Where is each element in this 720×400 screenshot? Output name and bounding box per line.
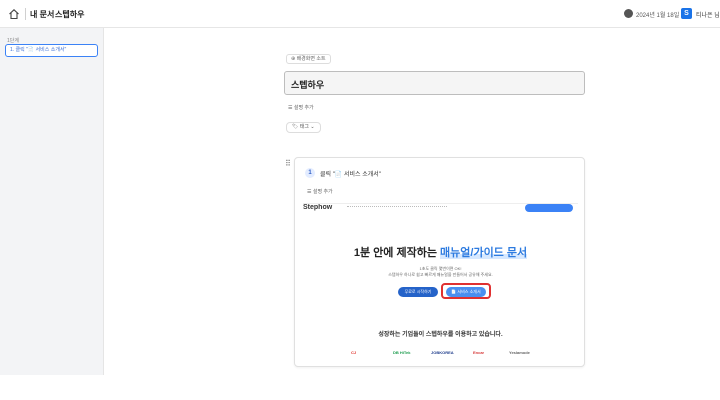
- screenshot-start-button: 무료로 시작하기: [398, 287, 438, 297]
- sidebar-section-title: 1단계: [7, 38, 19, 44]
- sidebar-item-step-1[interactable]: 1. 클릭 "📄 서비스 소개서": [5, 44, 98, 57]
- step-screenshot: Stephow 1분 안에 제작하는 매뉴얼/가이드 문서 1초도 클릭 몇번이…: [303, 203, 578, 360]
- page-title: 스텝하우: [291, 80, 325, 90]
- screenshot-nav: [347, 206, 447, 208]
- screenshot-headline-prefix: 1분 안에 제작하는: [353, 247, 441, 259]
- step-title[interactable]: 클릭 "📄 서비스 소개서": [320, 169, 381, 178]
- step-number: 1: [305, 168, 315, 178]
- title-field[interactable]: 스텝하우: [284, 71, 585, 95]
- user-name[interactable]: 티나은 님: [696, 10, 720, 19]
- add-description-button[interactable]: ☰ 설명 추가: [288, 104, 314, 111]
- breadcrumb-current: 스텝하우: [55, 10, 85, 19]
- screenshot-intro-button: 📄 서비스 소개서: [446, 287, 486, 297]
- tag-button[interactable]: 🏷 태그 ⌄: [286, 122, 321, 133]
- drag-handle-icon[interactable]: ⠿: [285, 160, 291, 168]
- date-text: 2024년 1월 18일: [636, 13, 680, 19]
- screenshot-headline-highlight: 매뉴얼/가이드 문서: [440, 247, 528, 259]
- logo-dbhitek: DB HiTek: [393, 350, 411, 355]
- screenshot-logo: Stephow: [303, 204, 333, 211]
- background-button[interactable]: ⊕ 배경화면 소트: [286, 54, 331, 64]
- sidebar: 1단계 1. 클릭 "📄 서비스 소개서": [0, 28, 104, 375]
- main-editor: ⊕ 배경화면 소트 스텝하우 ☰ 설명 추가 🏷 태그 ⌄ ⠿ 1 클릭 "📄 …: [104, 28, 720, 375]
- home-icon[interactable]: [8, 8, 20, 20]
- step-card: 1 클릭 "📄 서비스 소개서" ☰ 설명 추가 Stephow 1분 안에 제…: [294, 157, 585, 367]
- client-logos: CJ DB HiTek JOBKOREA Encar Yeslamode: [303, 350, 578, 360]
- divider: [25, 8, 26, 20]
- clock-icon: [624, 9, 633, 18]
- logo-yeslamode: Yeslamode: [509, 350, 530, 355]
- screenshot-headline: 1분 안에 제작하는 매뉴얼/가이드 문서: [303, 244, 578, 260]
- breadcrumb-separator: >: [48, 9, 53, 18]
- avatar[interactable]: S: [681, 8, 692, 19]
- step-add-description[interactable]: ☰ 설명 추가: [307, 188, 333, 195]
- screenshot-tagline: 성장하는 기업들이 스텝하우를 이용하고 있습니다.: [378, 332, 503, 338]
- logo-jobkorea: JOBKOREA: [431, 350, 454, 355]
- top-header: 내 문서 > 스텝하우 2024년 1월 18일 S 티나은 님: [0, 0, 720, 28]
- logo-encar: Encar: [473, 350, 485, 355]
- screenshot-top-cta: [525, 204, 573, 212]
- screenshot-subtext-2: 스텝하우 하나로 쉽고 빠르게 매뉴얼을 만들어서 공유해 주세요.: [388, 272, 493, 277]
- logo-cj: CJ: [351, 350, 357, 355]
